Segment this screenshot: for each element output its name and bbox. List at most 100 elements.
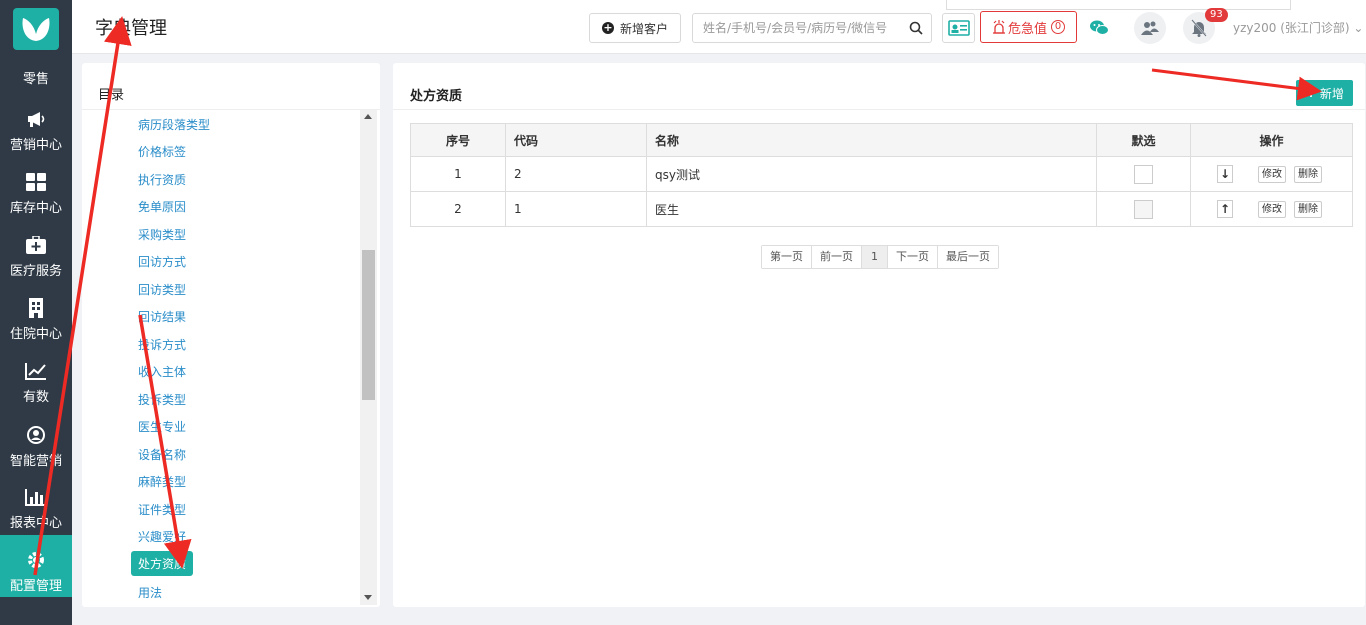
top-header: 字典管理 + 新增客户 危急值 0 93 yzy200 (张江门诊部) ⌄ [72, 0, 1366, 54]
catalog-panel: 目录 病历段落类型 价格标签 执行资质 免单原因 采购类型 回访方式 回访类型 … [82, 63, 380, 607]
smart-marketing-icon [26, 424, 46, 446]
delete-button[interactable]: 删除 [1294, 166, 1322, 183]
pagination: 第一页 前一页 1 下一页 最后一页 [761, 245, 999, 269]
sidebar-item-label: 营销中心 [9, 138, 62, 153]
search-input[interactable] [693, 14, 898, 42]
next-page-button[interactable]: 下一页 [888, 246, 938, 268]
sidebar-item-label: 智能营销 [9, 454, 62, 469]
list-item[interactable]: 价格标签 [138, 143, 186, 160]
search-icon[interactable] [909, 21, 923, 38]
list-item[interactable]: 证件类型 [138, 501, 186, 518]
plus-icon: + [1305, 85, 1317, 101]
notification-badge: 93 [1205, 8, 1228, 22]
gear-icon [26, 549, 46, 571]
user-menu[interactable]: yzy200 (张江门诊部) ⌄ [1233, 19, 1363, 36]
sidebar-item-inpatient[interactable]: 住院中心 [0, 297, 72, 359]
sidebar-item-medical[interactable]: 医疗服务 [0, 234, 72, 296]
chevron-down-icon: ⌄ [1353, 21, 1364, 35]
divider [393, 109, 1365, 110]
section-title: 处方资质 [410, 89, 463, 104]
last-page-button[interactable]: 最后一页 [938, 246, 998, 268]
app-logo[interactable] [13, 8, 59, 50]
move-down-button[interactable]: ↓ [1217, 165, 1233, 183]
list-item[interactable]: 回访类型 [138, 281, 186, 298]
new-customer-button[interactable]: + 新增客户 [589, 13, 681, 43]
critical-count: 0 [1051, 20, 1065, 34]
dictionary-table: 序号 代码 名称 默选 操作 1 2 qsy测试 ↓ 修改 删除 2 1 医生 … [410, 123, 1353, 227]
add-label: 新增 [1319, 86, 1344, 101]
cell-code: 1 [505, 191, 647, 227]
column-header: 名称 [646, 123, 1097, 157]
column-header: 操作 [1190, 123, 1353, 157]
page-title: 字典管理 [95, 18, 167, 39]
scroll-up-icon[interactable] [364, 114, 372, 119]
medical-kit-icon [26, 234, 46, 256]
sidebar-item-config[interactable]: 配置管理 [0, 535, 72, 597]
cell-name: 医生 [646, 191, 1097, 227]
critical-value-button[interactable]: 危急值 0 [980, 11, 1077, 43]
add-button[interactable]: + 新增 [1296, 80, 1353, 106]
sidebar-item-label: 报表中心 [9, 516, 62, 531]
sidebar-item-data[interactable]: 有数 [0, 360, 72, 422]
butterfly-logo-icon [22, 18, 50, 41]
list-item[interactable]: 投诉方式 [138, 336, 186, 353]
first-page-button[interactable]: 第一页 [762, 246, 812, 268]
list-item[interactable]: 医生专业 [138, 418, 186, 435]
list-item[interactable]: 回访结果 [138, 308, 186, 325]
sidebar-item-label: 库存中心 [9, 201, 62, 216]
sidebar-item-label: 住院中心 [9, 327, 62, 342]
sidebar-item-inventory[interactable]: 库存中心 [0, 171, 72, 233]
id-card-button[interactable] [942, 13, 975, 43]
list-item[interactable]: 病历段落类型 [138, 116, 210, 133]
list-item[interactable]: 收入主体 [138, 363, 186, 380]
list-item[interactable]: 回访方式 [138, 253, 186, 270]
dictionary-detail-panel: 处方资质 + 新增 序号 代码 名称 默选 操作 1 2 qsy测试 ↓ 修改 … [393, 63, 1365, 607]
cell-seq: 2 [410, 191, 506, 227]
wechat-icon [1090, 20, 1109, 35]
hospital-icon [27, 297, 45, 319]
team-button[interactable] [1134, 12, 1166, 44]
trend-icon [25, 360, 47, 382]
sidebar: 零售 营销中心 库存中心 医疗服务 住院中心 有数 智能营销 报表中心 配置管理 [0, 0, 72, 625]
critical-value-label: 危急值 [1007, 21, 1047, 37]
list-item[interactable]: 执行资质 [138, 171, 186, 188]
list-item[interactable]: 设备名称 [138, 446, 186, 463]
default-checkbox[interactable] [1134, 164, 1153, 184]
prev-page-button[interactable]: 前一页 [812, 246, 862, 268]
scroll-down-icon[interactable] [364, 595, 372, 600]
column-header: 序号 [410, 123, 506, 157]
megaphone-icon [26, 108, 46, 130]
current-page[interactable]: 1 [862, 246, 888, 268]
wechat-button[interactable] [1083, 12, 1115, 44]
list-item[interactable]: 采购类型 [138, 226, 186, 243]
column-header: 默选 [1096, 123, 1191, 157]
cell-name: qsy测试 [646, 156, 1097, 192]
edit-button[interactable]: 修改 [1258, 201, 1286, 218]
scroll-thumb[interactable] [362, 250, 375, 400]
default-checkbox[interactable] [1134, 199, 1153, 219]
delete-button[interactable]: 删除 [1294, 201, 1322, 218]
list-item-active[interactable]: 处方资质 [131, 551, 194, 576]
grid-icon [26, 171, 46, 193]
move-up-button[interactable]: ↑ [1217, 200, 1233, 218]
users-icon [1141, 21, 1159, 35]
sidebar-item-smart-marketing[interactable]: 智能营销 [0, 424, 72, 486]
cell-seq: 1 [410, 156, 506, 192]
edit-button[interactable]: 修改 [1258, 166, 1286, 183]
list-item[interactable]: 免单原因 [138, 198, 186, 215]
sidebar-item-label: 医疗服务 [9, 264, 62, 279]
list-item[interactable]: 用法 [138, 584, 162, 601]
list-item[interactable]: 麻醉类型 [138, 473, 186, 490]
cell-code: 2 [505, 156, 647, 192]
cell-actions: ↓ 修改 删除 [1190, 156, 1353, 192]
catalog-list: 病历段落类型 价格标签 执行资质 免单原因 采购类型 回访方式 回访类型 回访结… [130, 109, 360, 607]
list-item[interactable]: 兴趣爱好 [138, 528, 186, 545]
sidebar-item-marketing[interactable]: 营销中心 [0, 108, 72, 170]
table-header: 序号 代码 名称 默选 操作 [410, 123, 1353, 157]
list-item[interactable]: 投诉类型 [138, 391, 186, 408]
cell-default [1096, 156, 1191, 192]
table-row: 1 2 qsy测试 ↓ 修改 删除 [410, 156, 1353, 192]
sidebar-item-label: 有数 [22, 390, 49, 405]
scrollbar[interactable] [360, 110, 377, 605]
sidebar-item-label: 配置管理 [9, 579, 62, 594]
